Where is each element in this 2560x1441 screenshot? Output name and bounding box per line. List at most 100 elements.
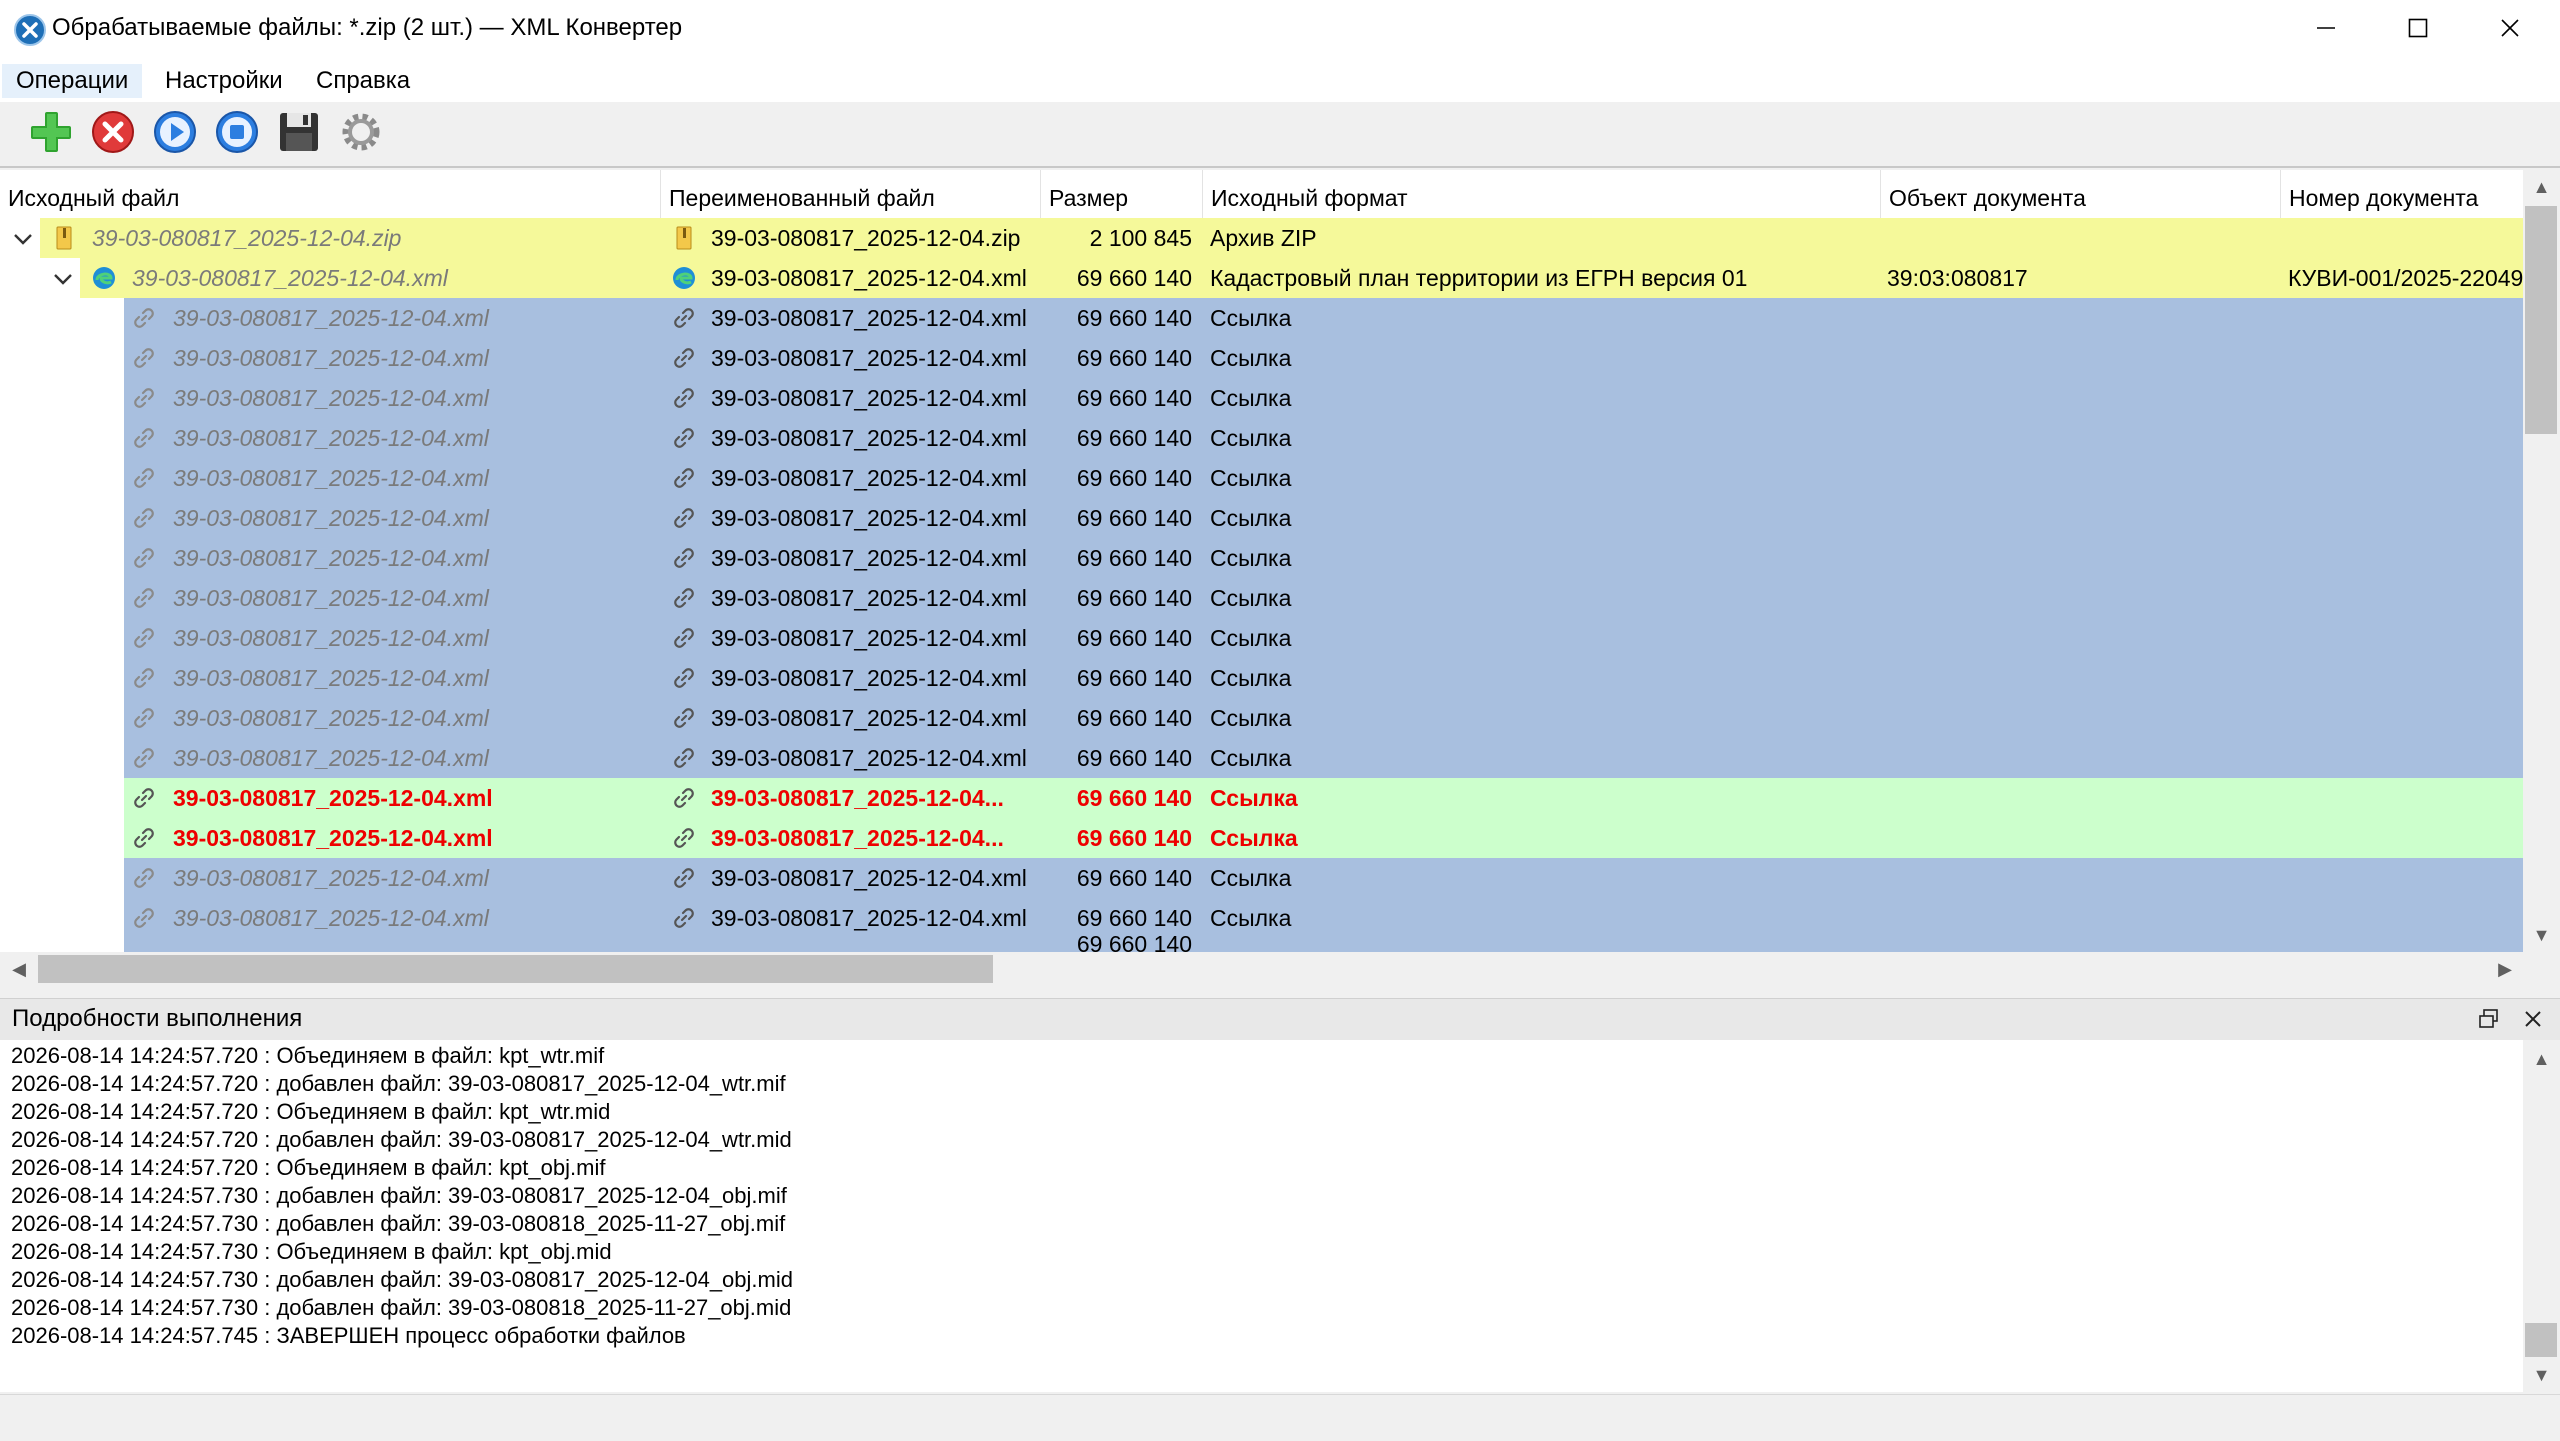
link-icon — [672, 346, 696, 370]
minimize-icon — [2316, 17, 2336, 44]
log-scroll-up-arrow-icon[interactable]: ▲ — [2523, 1044, 2560, 1074]
link-icon — [672, 786, 696, 810]
tree-row-link[interactable]: 39-03-080817_2025-12-04.xml 39-03-080817_… — [0, 698, 2523, 738]
source-file: 39-03-080817_2025-12-04.xml — [173, 785, 493, 811]
close-window-button[interactable] — [2464, 0, 2556, 60]
source-format: Ссылка — [1210, 825, 1298, 851]
grid-vertical-scroll-thumb[interactable] — [2525, 206, 2557, 434]
menu-help[interactable]: Справка — [302, 64, 424, 98]
zip-archive-icon — [52, 226, 76, 250]
status-bar — [0, 1394, 2560, 1441]
renamed-file: 39-03-080817_2025-12-04... — [711, 825, 1004, 851]
source-format: Ссылка — [1210, 585, 1292, 611]
tree-row-link[interactable]: 39-03-080817_2025-12-04.xml 39-03-080817_… — [0, 778, 2523, 818]
column-header-source[interactable]: Исходный файл — [0, 170, 660, 218]
start-button[interactable] — [150, 110, 200, 160]
file-size: 69 660 140 — [1076, 745, 1192, 771]
add-button[interactable] — [26, 110, 76, 160]
tree-row-xml[interactable]: 39-03-080817_2025-12-04.xml 39-03-080817… — [0, 258, 2523, 298]
tree-row-link[interactable]: 39-03-080817_2025-12-04.xml 39-03-080817_… — [0, 538, 2523, 578]
file-size: 69 660 140 — [1076, 625, 1192, 651]
tree-row-link[interactable]: 39-03-080817_2025-12-04.xml 39-03-080817_… — [0, 858, 2523, 898]
link-icon — [672, 546, 696, 570]
settings-button[interactable] — [336, 110, 386, 160]
column-header-renamed[interactable]: Переименованный файл — [660, 170, 1040, 218]
stop-button[interactable] — [212, 110, 262, 160]
column-header-object[interactable]: Объект документа — [1880, 170, 2280, 218]
restore-panel-icon[interactable] — [2478, 1008, 2500, 1036]
link-icon — [672, 626, 696, 650]
close-panel-icon[interactable] — [2522, 1008, 2544, 1036]
zip-archive-icon — [672, 226, 696, 250]
scroll-left-arrow-icon[interactable]: ◀ — [4, 954, 34, 984]
close-icon — [2500, 17, 2520, 44]
log-panel-title: Подробности выполнения — [12, 1005, 303, 1032]
tree-row-link[interactable]: 39-03-080817_2025-12-04.xml 39-03-080817_… — [0, 498, 2523, 538]
menu-operations[interactable]: Операции — [2, 64, 143, 98]
log-scroll-down-arrow-icon[interactable]: ▼ — [2523, 1360, 2560, 1390]
grid-horizontal-scroll-thumb[interactable] — [38, 955, 993, 983]
renamed-file: 39-03-080817_2025-12-04.xml — [711, 705, 1027, 731]
log-text-area[interactable]: 2026-08-14 14:24:57.720 : Объединяем в ф… — [0, 1040, 2523, 1392]
tree-row-link[interactable]: 39-03-080817_2025-12-04.xml 39-03-080817_… — [0, 738, 2523, 778]
collapse-toggle[interactable] — [12, 228, 34, 256]
link-icon — [132, 346, 156, 370]
delete-icon — [90, 109, 136, 161]
source-format: Кадастровый план территории из ЕГРН верс… — [1210, 265, 1748, 291]
tree-row-link[interactable]: 39-03-080817_2025-12-04.xml 39-03-080817_… — [0, 338, 2523, 378]
link-icon — [132, 306, 156, 330]
renamed-file: 39-03-080817_2025-12-04.xml — [711, 385, 1027, 411]
source-file: 39-03-080817_2025-12-04.xml — [173, 705, 489, 731]
log-panel-header: Подробности выполнения — [0, 998, 2560, 1041]
tree-row-link[interactable]: 39-03-080817_2025-12-04.xml 39-03-080817_… — [0, 298, 2523, 338]
tree-row-link[interactable]: 39-03-080817_2025-12-04.xml 39-03-080817_… — [0, 418, 2523, 458]
tree-row-zip[interactable]: 39-03-080817_2025-12-04.zip 39-03-080817… — [0, 218, 2523, 258]
source-file: 39-03-080817_2025-12-04.xml — [173, 745, 489, 771]
column-header-number[interactable]: Номер документа — [2280, 170, 2523, 218]
file-size: 69 660 140 — [1076, 865, 1192, 891]
document-object: 39:03:080817 — [1887, 265, 2028, 291]
tree-row-link[interactable]: 39-03-080817_2025-12-04.xml 39-03-080817_… — [0, 818, 2523, 858]
tree-row-link[interactable]: 39-03-080817_2025-12-04.xml 39-03-080817_… — [0, 578, 2523, 618]
log-line: 2026-08-14 14:24:57.720 : добавлен файл:… — [11, 1127, 792, 1152]
file-size: 69 660 140 — [1076, 425, 1192, 451]
tree-row-link[interactable]: 39-03-080817_2025-12-04.xml 39-03-080817_… — [0, 458, 2523, 498]
scroll-right-arrow-icon[interactable]: ▶ — [2490, 954, 2520, 984]
column-header-format[interactable]: Исходный формат — [1202, 170, 1880, 218]
menu-settings[interactable]: Настройки — [151, 64, 297, 98]
renamed-file: 39-03-080817_2025-12-04.zip — [711, 225, 1021, 251]
source-file: 39-03-080817_2025-12-04.xml — [173, 305, 489, 331]
source-format: Ссылка — [1210, 785, 1298, 811]
save-button[interactable] — [274, 110, 324, 160]
minimize-button[interactable] — [2280, 0, 2372, 60]
log-vertical-scroll-thumb[interactable] — [2525, 1323, 2557, 1357]
chevron-down-icon — [52, 269, 74, 295]
source-file: 39-03-080817_2025-12-04.xml — [173, 625, 489, 651]
scroll-down-arrow-icon[interactable]: ▼ — [2523, 920, 2560, 950]
source-file: 39-03-080817_2025-12-04.xml — [173, 585, 489, 611]
renamed-file: 39-03-080817_2025-12-04.xml — [711, 425, 1027, 451]
tree-row-link[interactable]: 39-03-080817_2025-12-04.xml 39-03-080817_… — [0, 898, 2523, 938]
link-icon — [132, 546, 156, 570]
link-icon — [672, 706, 696, 730]
log-line: 2026-08-14 14:24:57.730 : добавлен файл:… — [11, 1295, 792, 1320]
collapse-toggle[interactable] — [52, 268, 74, 296]
renamed-file: 39-03-080817_2025-12-04.xml — [711, 545, 1027, 571]
column-header-size[interactable]: Размер — [1040, 170, 1202, 218]
source-file: 39-03-080817_2025-12-04.xml — [173, 865, 489, 891]
source-file — [173, 938, 653, 952]
scroll-up-arrow-icon[interactable]: ▲ — [2523, 172, 2560, 202]
file-size: 69 660 140 — [1076, 545, 1192, 571]
grid-header: Исходный файл Переименованный файл Разме… — [0, 170, 2523, 218]
maximize-button[interactable] — [2372, 0, 2464, 60]
tree-row-link[interactable]: 39-03-080817_2025-12-04.xml 39-03-080817_… — [0, 618, 2523, 658]
renamed-file: 39-03-080817_2025-12-04.xml — [711, 745, 1027, 771]
tree-row-link[interactable]: 39-03-080817_2025-12-04.xml 39-03-080817_… — [0, 378, 2523, 418]
grid-rows: 39-03-080817_2025-12-04.zip 39-03-080817… — [0, 218, 2523, 952]
tree-row-link[interactable]: 69 660 140 — [0, 931, 2523, 952]
source-file: 39-03-080817_2025-12-04.xml — [173, 545, 489, 571]
renamed-file — [711, 938, 1036, 952]
tree-row-link[interactable]: 39-03-080817_2025-12-04.xml 39-03-080817_… — [0, 658, 2523, 698]
link-icon — [672, 386, 696, 410]
delete-button[interactable] — [88, 110, 138, 160]
